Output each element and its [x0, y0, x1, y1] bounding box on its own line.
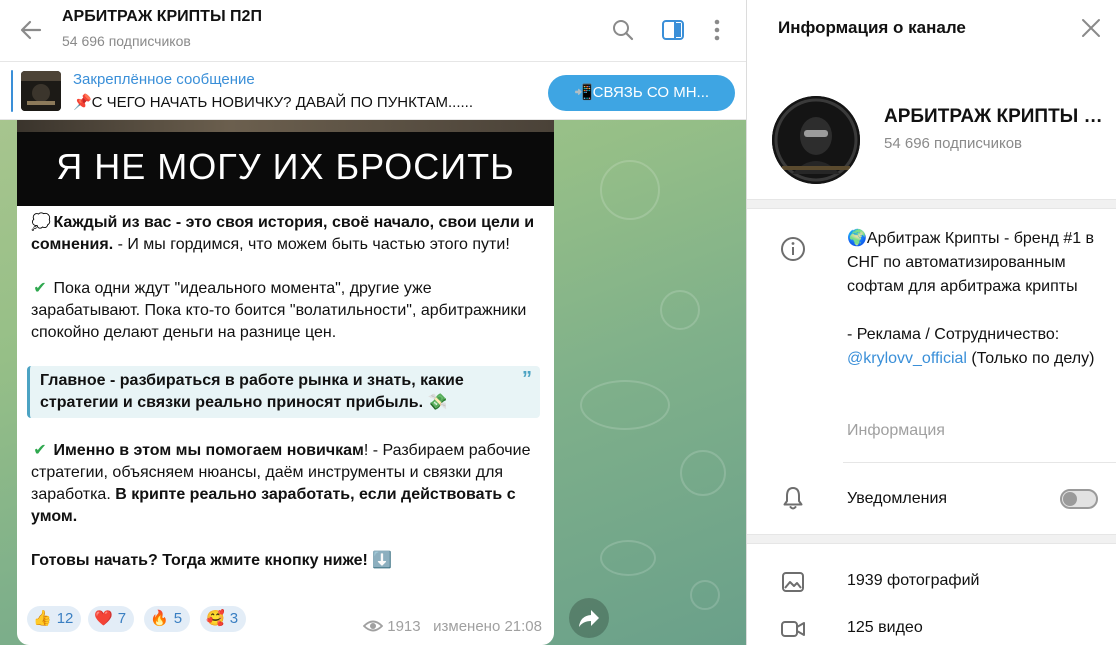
post-image-caption: Я НЕ МОГУ ИХ БРОСИТЬ: [56, 146, 515, 187]
chat-subscriber-count: 54 696 подписчиков: [62, 33, 191, 49]
check-icon: ✔: [33, 280, 47, 297]
reaction-fire[interactable]: 🔥 5: [144, 606, 191, 632]
thin-divider: [843, 462, 1116, 463]
bell-icon: [783, 487, 803, 510]
post-paragraph: 💭 Каждый из вас - это своя история, своё…: [31, 214, 535, 253]
info-icon: [781, 237, 805, 261]
check-icon: ✔: [33, 442, 47, 459]
videos-count-row[interactable]: 125 видео: [847, 619, 923, 637]
search-icon[interactable]: [609, 16, 637, 44]
section-divider: [747, 199, 1116, 209]
pinned-indicator: [11, 70, 13, 112]
edited-time: изменено 21:08: [433, 618, 542, 635]
post-paragraph: ✔ Именно в этом мы помогаем новичкам! - …: [31, 442, 531, 525]
notifications-label: Уведомления: [847, 490, 948, 507]
section-divider: [747, 534, 1116, 544]
reaction-love[interactable]: 🥰 3: [200, 606, 247, 632]
thumbs-up-icon: 👍: [33, 610, 52, 627]
post-paragraph: Готовы начать? Тогда жмите кнопку ниже! …: [31, 552, 393, 569]
photo-icon: [782, 572, 804, 592]
fire-icon: 🔥: [150, 610, 169, 627]
post-meta: 1913 изменено 21:08: [363, 618, 542, 635]
reaction-thumbs-up[interactable]: 👍 12: [27, 606, 82, 632]
video-icon: [781, 621, 805, 637]
channel-post: Я НЕ МОГУ ИХ БРОСИТЬ 💭 Каждый из вас - э…: [17, 120, 554, 645]
channel-subscriber-count: 54 696 подписчиков: [884, 135, 1023, 152]
heart-icon: ❤️: [94, 610, 113, 627]
channel-info-panel: Информация о канале АРБИТРАЖ КРИПТЫ П2П …: [746, 0, 1116, 645]
panel-title: Информация о канале: [778, 18, 966, 37]
share-button[interactable]: [569, 598, 609, 638]
post-text: 💭 Каждый из вас - это своя история, своё…: [27, 212, 543, 594]
smiling-hearts-icon: 🥰: [206, 610, 225, 627]
close-icon[interactable]: [1080, 17, 1102, 39]
channel-description: 🌍Арбитраж Крипты - бренд #1 в СНГ по авт…: [847, 230, 1095, 367]
photos-count-row[interactable]: 1939 фотографий: [847, 572, 979, 590]
share-arrow-icon: [579, 610, 599, 627]
description-caption: Информация: [847, 422, 945, 439]
quote-mark-icon: ”: [522, 368, 532, 390]
pinned-thumbnail: [21, 71, 61, 111]
back-arrow-icon[interactable]: [16, 15, 46, 45]
channel-name: АРБИТРАЖ КРИПТЫ П2П: [884, 106, 1104, 127]
views-count: 1913: [387, 618, 421, 635]
pinned-text: 📌С ЧЕГО НАЧАТЬ НОВИЧКУ? ДАВАЙ ПО ПУНКТАМ…: [73, 94, 473, 111]
contact-link[interactable]: @krylovv_official: [847, 350, 967, 367]
post-paragraph: ✔ Пока одни ждут "идеального момента", д…: [31, 280, 527, 341]
channel-avatar[interactable]: [772, 96, 860, 184]
chat-title[interactable]: АРБИТРАЖ КРИПТЫ П2П: [62, 8, 262, 26]
chat-header: АРБИТРАЖ КРИПТЫ П2П 54 696 подписчиков: [0, 0, 746, 62]
pinned-action-button[interactable]: 📲СВЯЗЬ СО МН...: [548, 75, 735, 111]
notifications-toggle[interactable]: [1060, 489, 1098, 509]
more-vertical-icon[interactable]: [703, 16, 731, 44]
pinned-label: Закреплённое сообщение: [73, 71, 255, 88]
chat-area: АРБИТРАЖ КРИПТЫ П2П 54 696 подписчиков З…: [0, 0, 746, 645]
post-image[interactable]: Я НЕ МОГУ ИХ БРОСИТЬ: [17, 120, 554, 206]
reaction-heart[interactable]: ❤️ 7: [88, 606, 135, 632]
post-quote: Главное - разбираться в работе рынка и з…: [27, 366, 540, 418]
views-eye-icon: [363, 620, 384, 632]
pinned-message-bar[interactable]: Закреплённое сообщение 📌С ЧЕГО НАЧАТЬ НО…: [0, 62, 746, 120]
sidebar-toggle-icon[interactable]: [659, 16, 687, 44]
telegram-window: АРБИТРАЖ КРИПТЫ П2П 54 696 подписчиков З…: [0, 0, 1116, 645]
